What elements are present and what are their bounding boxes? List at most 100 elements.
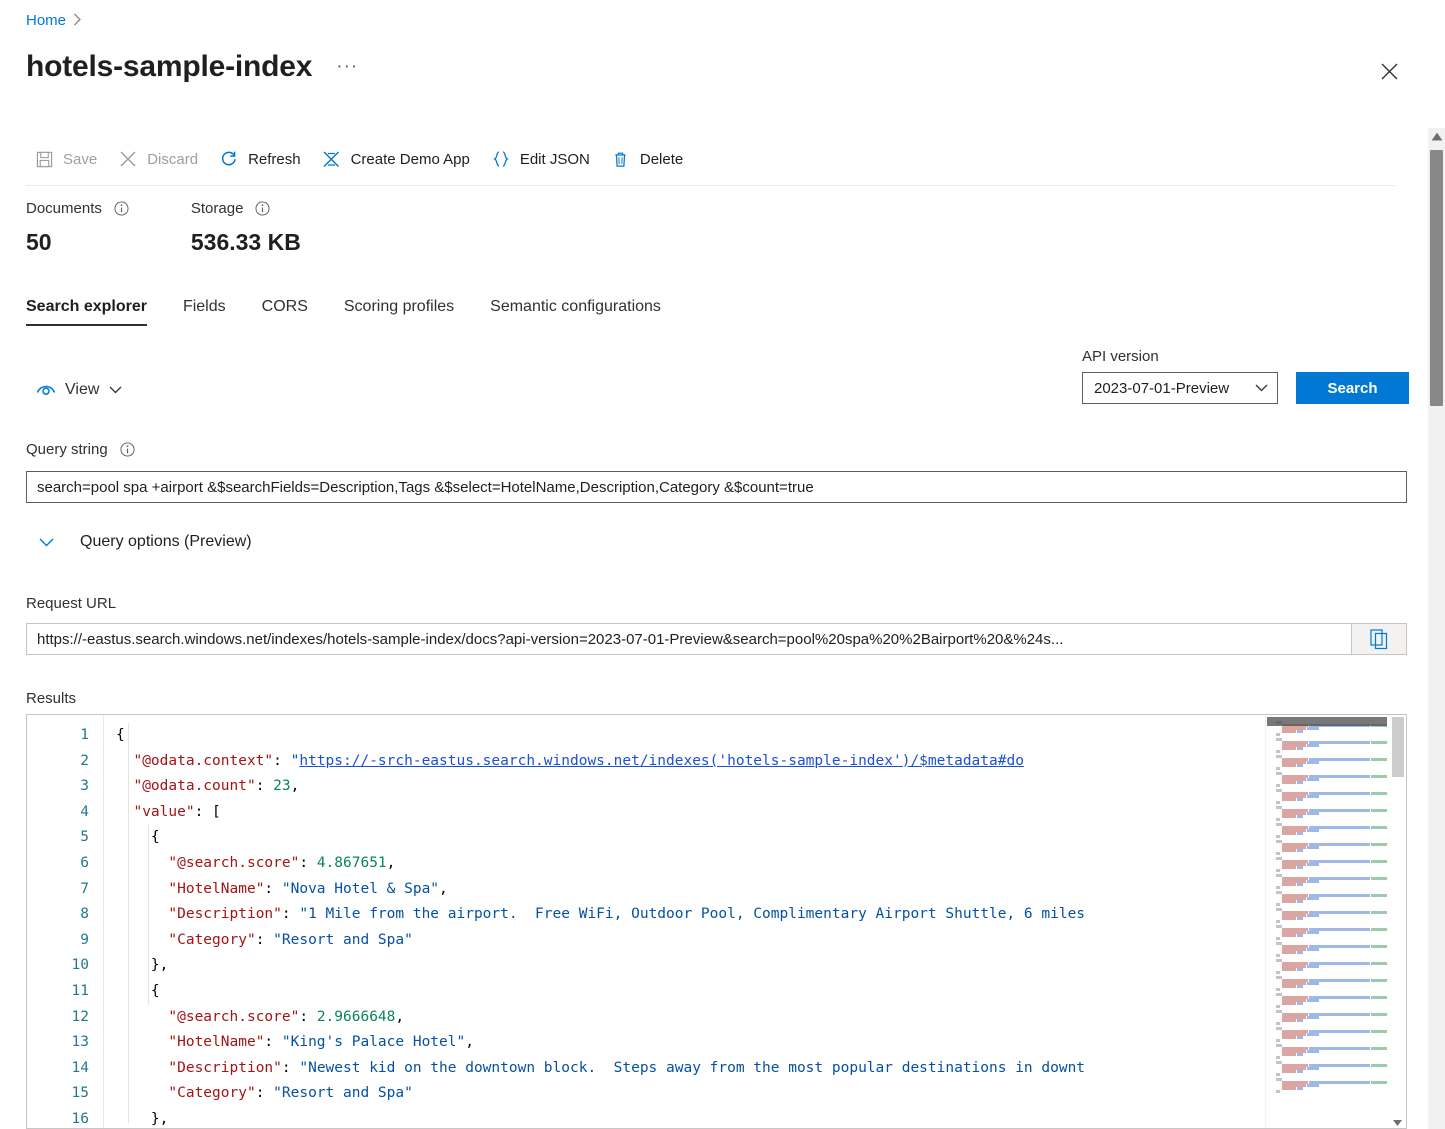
results-json-editor[interactable]: 12345678910111213141516 { "@odata.contex… bbox=[26, 714, 1407, 1129]
minimap-segment bbox=[1276, 1090, 1280, 1092]
code-line[interactable]: "Category": "Resort and Spa" bbox=[104, 928, 1406, 954]
info-icon[interactable] bbox=[120, 442, 135, 457]
api-version-select[interactable]: 2023-07-01-Preview bbox=[1082, 372, 1278, 404]
code-line[interactable]: "Description": "Newest kid on the downto… bbox=[104, 1056, 1406, 1082]
code-token: , bbox=[439, 881, 448, 897]
code-line[interactable]: "@search.score": 4.867651, bbox=[104, 851, 1406, 877]
editor-minimap[interactable] bbox=[1265, 715, 1387, 1128]
code-token: { bbox=[116, 727, 125, 743]
code-token: }, bbox=[151, 957, 168, 973]
create-demo-app-button[interactable]: Create Demo App bbox=[314, 143, 483, 175]
code-token: : bbox=[282, 906, 299, 922]
code-line[interactable]: "Description": "1 Mile from the airport.… bbox=[104, 902, 1406, 928]
page-scrollbar-thumb[interactable] bbox=[1430, 150, 1443, 406]
minimap-segment bbox=[1307, 1033, 1319, 1035]
save-button[interactable]: Save bbox=[26, 143, 110, 175]
editor-code-area[interactable]: { "@odata.context": "https://-srch-eastu… bbox=[103, 715, 1406, 1128]
minimap-segment bbox=[1282, 968, 1296, 970]
minimap-segment bbox=[1307, 897, 1319, 899]
indent-guide bbox=[148, 825, 149, 1005]
tab-semantic-configurations[interactable]: Semantic configurations bbox=[472, 294, 679, 326]
code-line[interactable]: "@search.score": 2.9666648, bbox=[104, 1005, 1406, 1031]
code-line[interactable]: "HotelName": "King's Palace Hotel", bbox=[104, 1030, 1406, 1056]
code-line[interactable]: "@odata.context": "https://-srch-eastus.… bbox=[104, 749, 1406, 775]
minimap-segment bbox=[1371, 1047, 1387, 1049]
minimap-segment bbox=[1371, 826, 1387, 828]
minimap-segment bbox=[1297, 832, 1303, 834]
edit-json-button[interactable]: Edit JSON bbox=[483, 143, 603, 175]
chevron-down-icon bbox=[38, 534, 54, 550]
code-token: : bbox=[264, 881, 281, 897]
minimap-segment bbox=[1307, 1016, 1319, 1018]
minimap-segment bbox=[1297, 934, 1303, 936]
minimap-segment bbox=[1282, 1053, 1296, 1055]
view-dropdown[interactable]: View bbox=[36, 380, 122, 400]
chevron-down-icon bbox=[1254, 381, 1268, 395]
minimap-segment bbox=[1371, 741, 1387, 743]
code-line[interactable]: { bbox=[104, 723, 1406, 749]
minimap-segment bbox=[1282, 934, 1296, 936]
tab-label: Semantic configurations bbox=[490, 298, 661, 315]
command-bar: Save Discard Refresh bbox=[26, 143, 696, 175]
code-line[interactable]: }, bbox=[104, 953, 1406, 979]
code-line[interactable]: "value": [ bbox=[104, 800, 1406, 826]
minimap-segment bbox=[1297, 900, 1303, 902]
line-number: 12 bbox=[27, 1005, 103, 1031]
info-icon[interactable] bbox=[114, 201, 129, 216]
request-url-value[interactable]: https://-eastus.search.windows.net/index… bbox=[26, 623, 1351, 655]
tab-scoring-profiles[interactable]: Scoring profiles bbox=[326, 294, 472, 326]
tab-label: CORS bbox=[262, 298, 308, 315]
minimap-segment bbox=[1276, 1056, 1280, 1058]
code-line[interactable]: "@odata.count": 23, bbox=[104, 774, 1406, 800]
minimap-segment bbox=[1276, 903, 1280, 905]
close-button[interactable] bbox=[1373, 55, 1405, 87]
code-token: : bbox=[256, 1085, 273, 1101]
minimap-segment bbox=[1276, 818, 1280, 820]
tab-search-explorer[interactable]: Search explorer bbox=[26, 294, 165, 326]
request-url-box: https://-eastus.search.windows.net/index… bbox=[26, 623, 1407, 655]
minimap-segment bbox=[1282, 815, 1296, 817]
minimap-segment bbox=[1307, 795, 1319, 797]
tab-fields[interactable]: Fields bbox=[165, 294, 244, 326]
minimap-segment bbox=[1297, 951, 1303, 953]
minimap-segment bbox=[1371, 979, 1387, 981]
query-string-input[interactable] bbox=[26, 471, 1407, 503]
chevron-down-icon bbox=[108, 383, 122, 397]
minimap-slider[interactable] bbox=[1267, 717, 1387, 726]
page-scrollbar[interactable] bbox=[1428, 128, 1445, 1129]
code-line[interactable]: }, bbox=[104, 1107, 1406, 1128]
code-token: : bbox=[256, 932, 273, 948]
copy-request-url-button[interactable] bbox=[1351, 623, 1407, 655]
delete-button[interactable]: Delete bbox=[603, 143, 696, 175]
query-options-toggle[interactable]: Query options (Preview) bbox=[38, 533, 252, 551]
line-number: 7 bbox=[27, 877, 103, 903]
more-options-button[interactable]: ··· bbox=[332, 60, 362, 74]
minimap-segment bbox=[1297, 985, 1303, 987]
code-token: }, bbox=[151, 1111, 168, 1127]
discard-button[interactable]: Discard bbox=[110, 143, 211, 175]
line-number: 6 bbox=[27, 851, 103, 877]
code-line[interactable]: "Category": "Resort and Spa" bbox=[104, 1081, 1406, 1107]
copy-icon bbox=[1370, 629, 1389, 650]
breadcrumb-home-link[interactable]: Home bbox=[26, 12, 66, 29]
minimap-segment bbox=[1297, 1002, 1303, 1004]
code-token: , bbox=[387, 855, 396, 871]
search-button[interactable]: Search bbox=[1296, 372, 1409, 404]
refresh-button[interactable]: Refresh bbox=[211, 143, 314, 175]
page-scroll-up-arrow[interactable] bbox=[1428, 128, 1445, 145]
tab-cors[interactable]: CORS bbox=[244, 294, 326, 326]
minimap-segment bbox=[1276, 801, 1280, 803]
code-token: "Description" bbox=[168, 1060, 282, 1076]
storage-value: 536.33 KB bbox=[191, 229, 301, 256]
minimap-segment bbox=[1276, 767, 1280, 769]
minimap-segment bbox=[1276, 1073, 1280, 1075]
editor-scrollbar-thumb[interactable] bbox=[1392, 717, 1404, 777]
code-line[interactable]: "HotelName": "Nova Hotel & Spa", bbox=[104, 877, 1406, 903]
editor-vertical-scrollbar[interactable] bbox=[1389, 715, 1406, 1128]
code-line[interactable]: { bbox=[104, 825, 1406, 851]
info-icon[interactable] bbox=[255, 201, 270, 216]
minimap-segment bbox=[1276, 954, 1280, 956]
code-line[interactable]: { bbox=[104, 979, 1406, 1005]
minimap-segment bbox=[1307, 778, 1319, 780]
editor-scroll-down-arrow[interactable] bbox=[1392, 1115, 1403, 1126]
